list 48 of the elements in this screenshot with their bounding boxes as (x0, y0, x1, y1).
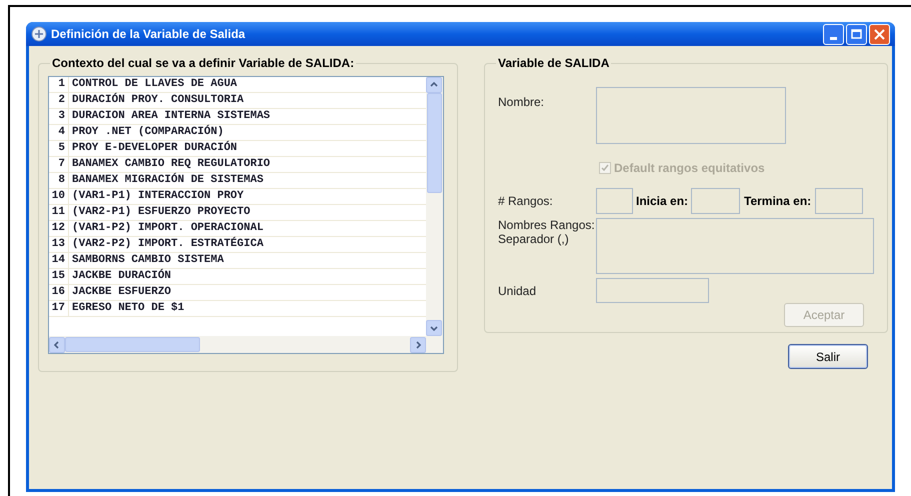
horizontal-scrollbar[interactable] (49, 336, 443, 353)
maximize-icon (851, 29, 862, 39)
input-field[interactable] (596, 188, 633, 214)
list-item[interactable]: 10 (VAR1-P1) INTERACCION PROY (49, 189, 426, 205)
input-field[interactable] (596, 278, 709, 303)
field-label: # Rangos: (498, 193, 554, 210)
checkbox-label: Default rangos equitativos (614, 160, 765, 177)
input-field[interactable] (815, 188, 864, 214)
scroll-arrow-button[interactable] (426, 77, 442, 93)
app-icon (31, 26, 47, 42)
scroll-arrow-button[interactable] (426, 320, 442, 336)
input-field[interactable] (596, 87, 786, 144)
list-item[interactable]: 5 PROY E-DEVELOPER DURACIÓN (49, 141, 426, 157)
scroll-thumb[interactable] (427, 93, 442, 193)
close-button[interactable] (869, 24, 890, 44)
minimize-icon (830, 36, 837, 40)
window-title: Definición de la Variable de Salida (51, 26, 246, 43)
list-item[interactable]: 1 CONTROL DE LLAVES DE AGUA (49, 77, 426, 93)
list-item[interactable]: 14 SAMBORNS CAMBIO SISTEMA (49, 253, 426, 269)
list-item[interactable]: 17 EGRESO NETO DE $1 (49, 301, 426, 317)
list-item[interactable]: 7 BANAMEX CAMBIO REQ REGULATORIO (49, 157, 426, 173)
scroll-thumb[interactable] (65, 337, 200, 352)
list-item[interactable]: 11 (VAR2-P1) ESFUERZO PROYECTO (49, 205, 426, 221)
field-label: Nombres Rangos: Separador (,) (498, 218, 596, 248)
list-item[interactable]: 12 (VAR1-P2) IMPORT. OPERACIONAL (49, 221, 426, 237)
field-label: Unidad (498, 282, 538, 300)
input-field[interactable] (596, 218, 874, 274)
list-item[interactable]: 8 BANAMEX MIGRACIÓN DE SISTEMAS (49, 173, 426, 189)
list-item[interactable]: 2 DURACIÓN PROY. CONSULTORIA (49, 93, 426, 109)
scroll-arrow-button[interactable] (410, 336, 426, 352)
check-icon (601, 164, 609, 172)
close-icon (874, 28, 885, 40)
group-title: Contexto del cual se va a definir Variable de SALIDA: (51, 55, 356, 72)
field-label: Termina en: (744, 193, 812, 210)
list-item[interactable]: 3 DURACION AREA INTERNA SISTEMAS (49, 109, 426, 125)
list-item[interactable]: 15 JACKBE DURACIÓN (49, 269, 426, 285)
maximize-button[interactable] (846, 24, 867, 44)
input-field[interactable] (691, 188, 740, 214)
minimize-button[interactable] (823, 24, 844, 44)
list-item[interactable]: 13 (VAR2-P2) IMPORT. ESTRATÉGICA (49, 237, 426, 253)
vertical-scrollbar[interactable] (426, 77, 443, 336)
field-label: Nombre: (498, 94, 546, 111)
button[interactable]: Salir (788, 344, 868, 369)
scroll-arrow-button[interactable] (49, 336, 65, 352)
list-item[interactable]: 16 JACKBE ESFUERZO (49, 285, 426, 301)
field-label: Inicia en: (636, 193, 688, 210)
list-item[interactable]: 4 PROY .NET (COMPARACIÓN) (49, 125, 426, 141)
group-title: Variable de SALIDA (497, 55, 610, 72)
